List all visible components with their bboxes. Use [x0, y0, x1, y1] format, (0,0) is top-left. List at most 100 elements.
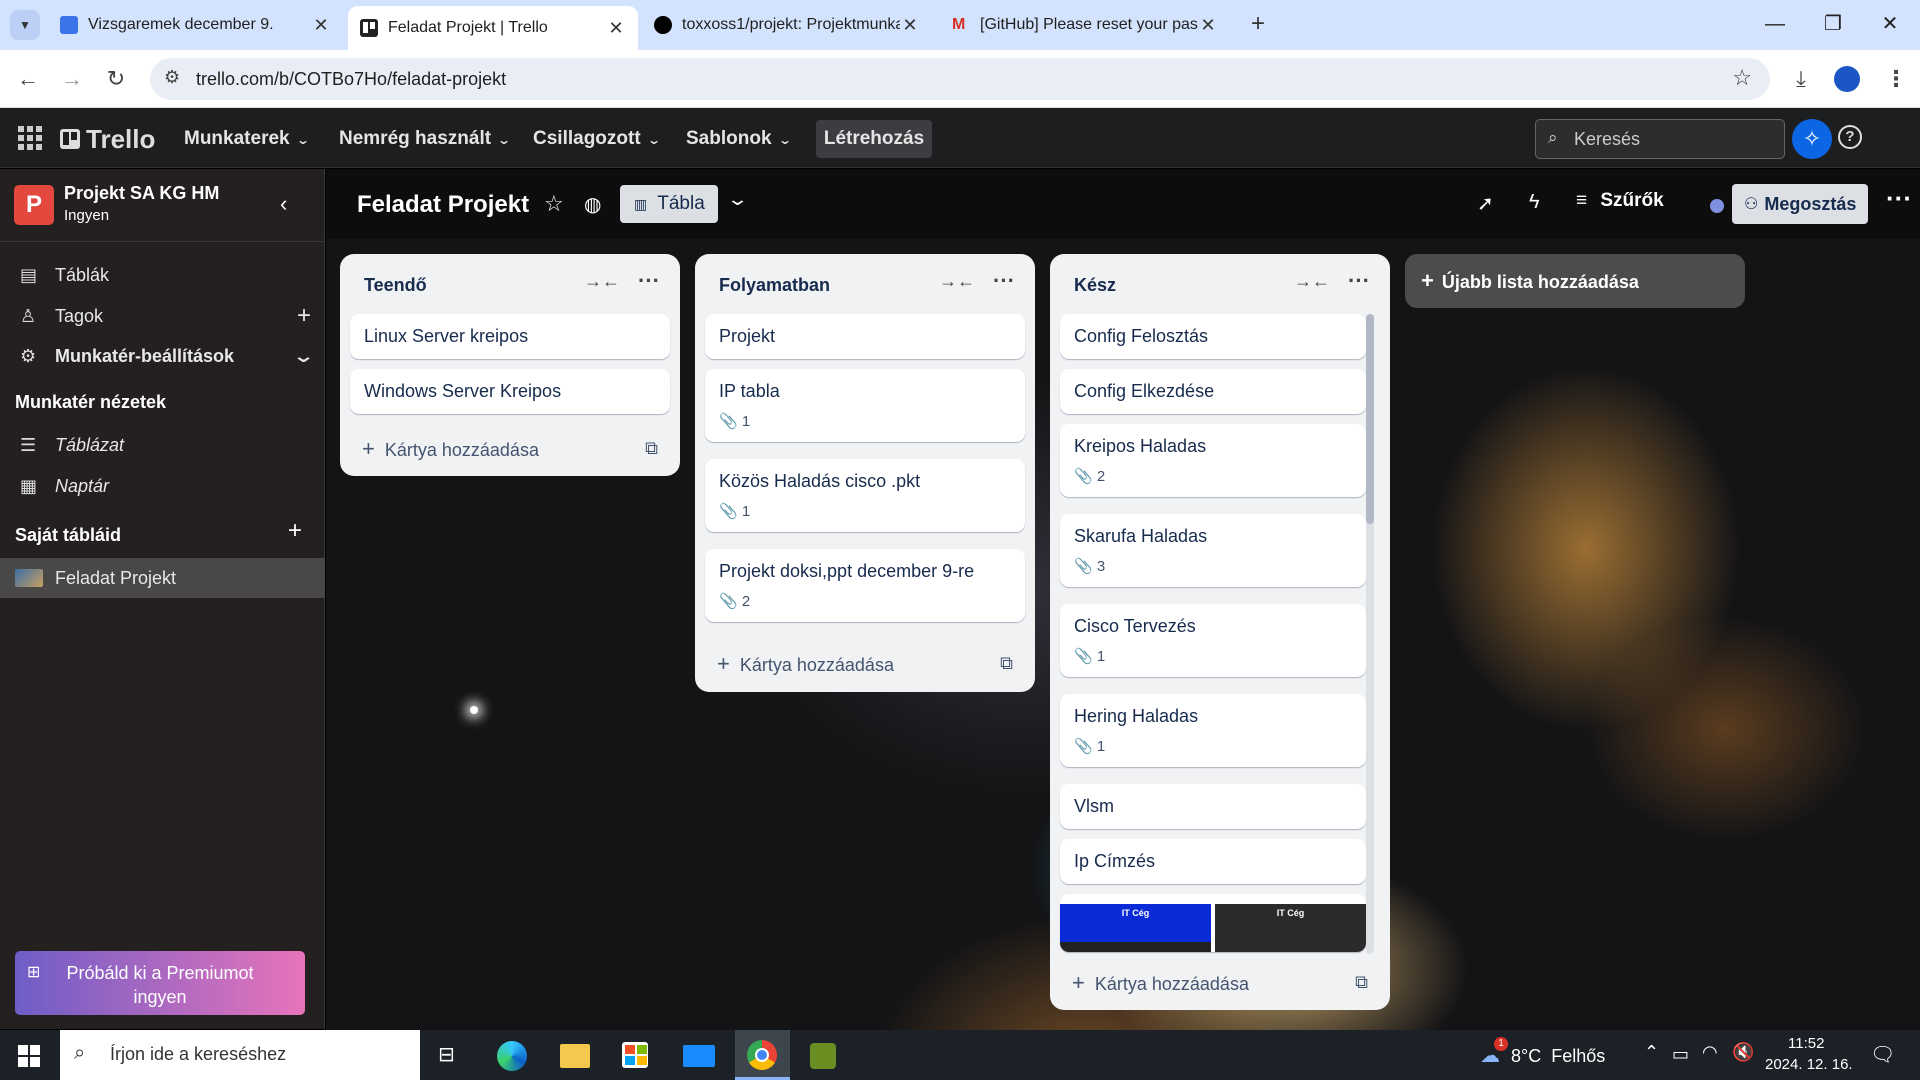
add-card-button[interactable]: + Kártya hozzáadása: [362, 436, 539, 462]
workspace-badge[interactable]: P: [14, 185, 54, 225]
clock-time[interactable]: 11:52: [1788, 1035, 1824, 1052]
file-explorer-icon[interactable]: [560, 1044, 590, 1068]
trello-logo[interactable]: Trello: [60, 122, 155, 156]
share-button[interactable]: ⚇ Megosztás: [1732, 184, 1868, 224]
power-ups-icon[interactable]: ➚: [1477, 191, 1494, 216]
card[interactable]: Közös Haladás cisco .pkt 📎 1: [705, 459, 1025, 532]
add-card-button[interactable]: + Kártya hozzáadása: [1072, 970, 1249, 996]
forward-button[interactable]: →: [56, 63, 88, 95]
card[interactable]: Config Felosztás: [1060, 314, 1366, 359]
collapse-list-icon[interactable]: →←: [1294, 271, 1330, 292]
board-title[interactable]: Feladat Projekt: [357, 191, 529, 219]
omnibox[interactable]: ⚙ trello.com/b/COTBo7Ho/feladat-projekt …: [150, 58, 1770, 100]
new-tab-button[interactable]: +: [1243, 10, 1273, 40]
notification-center-icon[interactable]: 🗨: [1870, 1042, 1895, 1067]
close-tab-icon[interactable]: ✕: [606, 18, 626, 39]
add-board-plus-icon[interactable]: +: [288, 517, 302, 545]
clock-date[interactable]: 2024. 12. 16.: [1765, 1056, 1853, 1073]
sidebar-item-settings[interactable]: ⚙ Munkatér-beállítások ⌄: [0, 336, 325, 376]
collapse-list-icon[interactable]: →←: [584, 271, 620, 292]
microsoft-store-icon[interactable]: [622, 1042, 648, 1068]
close-tab-icon[interactable]: ✕: [900, 15, 920, 36]
member-avatar[interactable]: [1710, 199, 1724, 213]
menu-recent[interactable]: Nemrég használt ⌄: [339, 122, 511, 156]
app-switcher-icon[interactable]: [18, 126, 42, 150]
back-button[interactable]: ←: [12, 63, 44, 95]
sidebar-item-members[interactable]: ♙ Tagok +: [0, 296, 325, 336]
bookmark-star-icon[interactable]: ☆: [1732, 65, 1752, 91]
automation-icon[interactable]: ϟ: [1529, 191, 1540, 214]
board-menu-icon[interactable]: ···: [1886, 183, 1912, 214]
taskbar-search-input[interactable]: ⌕ Írjon ide a kereséshez: [60, 1030, 420, 1080]
chevron-down-icon[interactable]: ⌄: [292, 336, 315, 376]
sidebar-item-boards[interactable]: ▤ Táblák: [0, 255, 325, 295]
atlassian-intelligence-icon[interactable]: ✧: [1792, 119, 1832, 159]
list-title[interactable]: Folyamatban: [719, 275, 830, 296]
url-text[interactable]: trello.com/b/COTBo7Ho/feladat-projekt: [196, 69, 506, 90]
wifi-icon[interactable]: ◠: [1702, 1042, 1718, 1063]
site-info-icon[interactable]: ⚙: [164, 67, 180, 88]
chrome-menu-icon[interactable]: ⋮: [1880, 63, 1912, 95]
list-todo[interactable]: Teendő →← ··· Linux Server kreipos Windo…: [340, 254, 680, 476]
card[interactable]: Hering Haladas 📎 1: [1060, 694, 1366, 767]
weather-widget[interactable]: ☁ 1 8°C Felhős: [1480, 1037, 1605, 1068]
list-title[interactable]: Teendő: [364, 275, 427, 296]
tab-search-button[interactable]: ▼: [10, 10, 40, 40]
premium-trial-button[interactable]: ⊞ Próbáld ki a Premiumot ingyen: [15, 951, 305, 1015]
close-tab-icon[interactable]: ✕: [1198, 15, 1218, 36]
restore-button[interactable]: ❐: [1813, 8, 1853, 40]
minimize-button[interactable]: —: [1755, 8, 1795, 40]
list-menu-icon[interactable]: ···: [1348, 268, 1370, 294]
collapse-list-icon[interactable]: →←: [939, 271, 975, 292]
card[interactable]: Projekt doksi,ppt december 9-re 📎 2: [705, 549, 1025, 622]
create-button[interactable]: Létrehozás: [816, 120, 932, 158]
collapse-sidebar-icon[interactable]: ‹: [280, 191, 287, 217]
add-card-button[interactable]: + Kártya hozzáadása: [717, 651, 894, 677]
sidebar-item-table[interactable]: ☰ Táblázat: [0, 425, 325, 465]
list-menu-icon[interactable]: ···: [993, 268, 1015, 294]
browser-tab-trello[interactable]: Feladat Projekt | Trello ✕: [348, 6, 638, 50]
card-template-icon[interactable]: ⧉: [1355, 972, 1368, 993]
card[interactable]: Projekt: [705, 314, 1025, 359]
browser-tab-gmail[interactable]: M [GitHub] Please reset your pass ✕: [940, 6, 1230, 44]
card[interactable]: Config Elkezdése: [1060, 369, 1366, 414]
card[interactable]: Linux Server kreipos: [350, 314, 670, 359]
list-in-progress[interactable]: Folyamatban →← ··· Projekt IP tabla 📎 1 K…: [695, 254, 1035, 692]
visibility-globe-icon[interactable]: ◍: [584, 192, 601, 217]
app-taskbar-icon[interactable]: [810, 1043, 836, 1069]
edge-icon[interactable]: [497, 1041, 527, 1071]
menu-templates[interactable]: Sablonok ⌄: [686, 122, 792, 156]
windows-start-icon[interactable]: [18, 1045, 40, 1067]
card[interactable]: Skarufa Haladas 📎 3: [1060, 514, 1366, 587]
card[interactable]: Vlsm: [1060, 784, 1366, 829]
card-template-icon[interactable]: ⧉: [645, 438, 658, 459]
battery-icon[interactable]: ▭: [1672, 1044, 1689, 1065]
search-input[interactable]: ⌕ Keresés: [1535, 119, 1785, 159]
task-view-icon[interactable]: ⊟: [438, 1042, 455, 1067]
sidebar-board-feladat-projekt[interactable]: Feladat Projekt: [0, 558, 325, 598]
list-done[interactable]: Kész →← ··· Config Felosztás Config Elke…: [1050, 254, 1390, 1010]
browser-tab-github-repo[interactable]: toxxoss1/projekt: Projektmunka ✕: [642, 6, 932, 44]
card[interactable]: Cisco Tervezés 📎 1: [1060, 604, 1366, 677]
card-template-icon[interactable]: ⧉: [1000, 653, 1013, 674]
card[interactable]: IP tabla 📎 1: [705, 369, 1025, 442]
sidebar-item-calendar[interactable]: ▦ Naptár: [0, 466, 325, 506]
close-window-button[interactable]: ✕: [1870, 8, 1910, 40]
star-board-icon[interactable]: ☆: [544, 191, 564, 217]
tray-chevron-icon[interactable]: ⌃: [1644, 1042, 1659, 1063]
list-title[interactable]: Kész: [1074, 275, 1116, 296]
chrome-taskbar-icon[interactable]: [735, 1030, 790, 1080]
filters-button[interactable]: ≡ Szűrők: [1576, 190, 1664, 212]
workspace-name[interactable]: Projekt SA KG HM: [64, 183, 219, 204]
add-member-plus-icon[interactable]: +: [297, 296, 311, 336]
close-tab-icon[interactable]: ✕: [311, 15, 331, 36]
mail-icon[interactable]: [683, 1045, 715, 1067]
list-menu-icon[interactable]: ···: [638, 268, 660, 294]
card[interactable]: Kreipos Haladas 📎 2: [1060, 424, 1366, 497]
menu-workspaces[interactable]: Munkaterek ⌄: [184, 122, 310, 156]
board-view-switcher[interactable]: ▥ Tábla: [620, 185, 718, 223]
card-cover-thumbnails[interactable]: IT Cég IT Cég: [1060, 894, 1366, 952]
card[interactable]: Ip Címzés: [1060, 839, 1366, 884]
profile-avatar[interactable]: [1834, 66, 1860, 92]
add-list-button[interactable]: + Újabb lista hozzáadása: [1405, 254, 1745, 308]
